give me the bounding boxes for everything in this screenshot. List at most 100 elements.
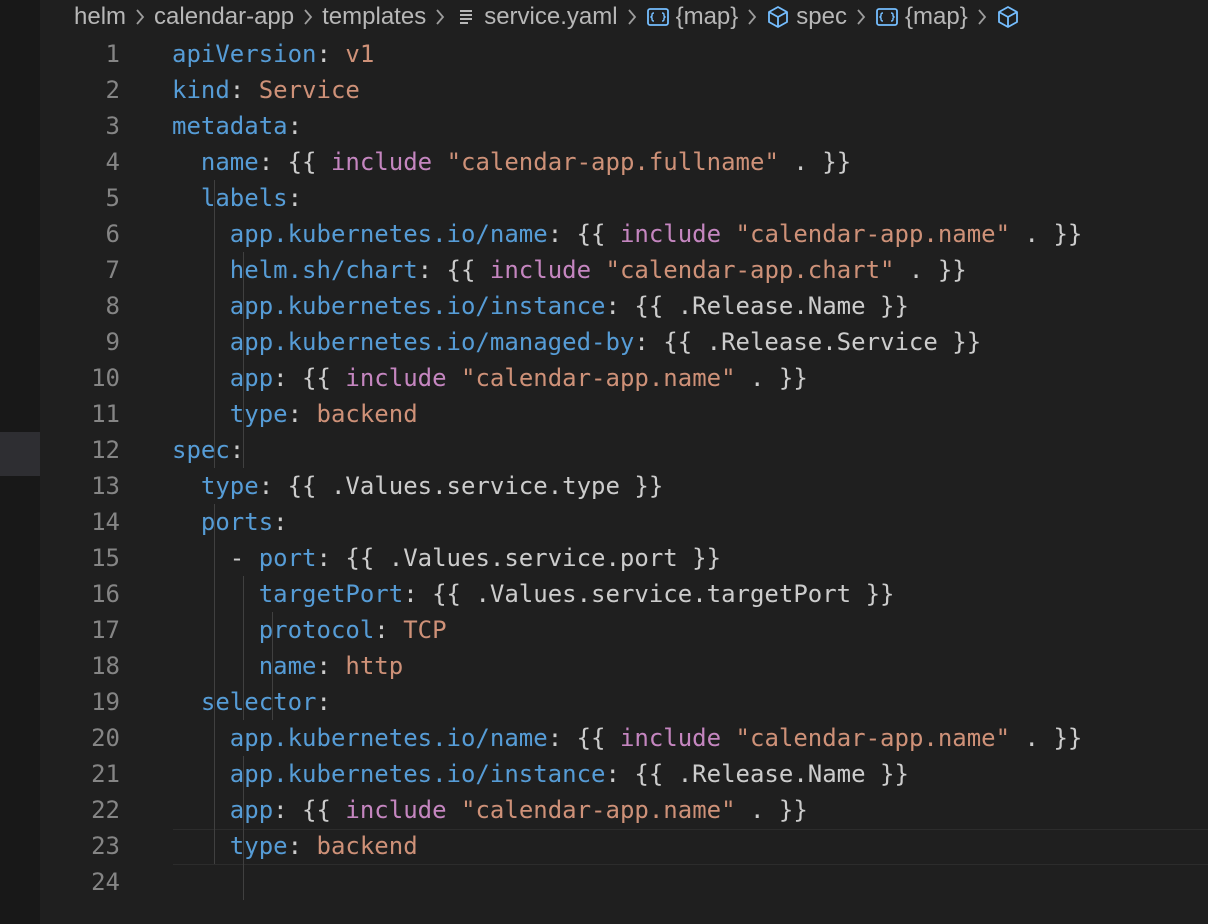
code-token: Service	[258, 76, 360, 104]
code-line[interactable]: 2 kind: Service	[40, 72, 1208, 108]
code-token: include	[619, 724, 722, 752]
code-text: name: {{ include "calendar-app.fullname"…	[172, 144, 851, 180]
code-token: : {{	[258, 148, 331, 176]
code-token: apiVersion	[172, 40, 317, 68]
breadcrumb-label: {map}	[675, 3, 739, 30]
code-token: include	[345, 364, 447, 392]
line-number: 17	[91, 616, 120, 644]
line-number: 22	[91, 796, 120, 824]
line-number: 6	[105, 220, 120, 248]
line-number: 12	[91, 436, 120, 464]
code-token: : {{	[417, 256, 490, 284]
code-token: v1	[345, 40, 375, 68]
breadcrumb-label: service.yaml	[484, 3, 618, 30]
breadcrumb-item[interactable]: service.yaml	[454, 3, 618, 31]
code-line[interactable]: 11 type: backend	[40, 396, 1208, 432]
code-token: . }}	[735, 796, 808, 824]
breadcrumb-item[interactable]: helm	[74, 3, 126, 31]
code-line[interactable]: 1 apiVersion: v1	[40, 36, 1208, 72]
code-token: -	[172, 544, 259, 572]
code-line[interactable]: 24	[40, 864, 1208, 900]
code-line[interactable]: 7 helm.sh/chart: {{ include "calendar-ap…	[40, 252, 1208, 288]
line-number: 4	[105, 148, 120, 176]
code-line[interactable]: 16 targetPort: {{ .Values.service.target…	[40, 576, 1208, 612]
chevron-right-icon	[746, 7, 758, 27]
sidebar-active-item[interactable]	[0, 432, 40, 476]
code-token: : {{ .Release.Service }}	[634, 328, 982, 356]
code-line[interactable]: 15 - port: {{ .Values.service.port }}	[40, 540, 1208, 576]
code-token: type	[229, 832, 288, 860]
code-token: "calendar-app.name"	[735, 724, 1011, 752]
code-token: . }}	[1010, 220, 1083, 248]
code-token: app.kubernetes.io/name	[229, 220, 548, 248]
code-token: . }}	[894, 256, 967, 284]
line-number: 8	[105, 292, 120, 320]
code-text: app.kubernetes.io/instance: {{ .Release.…	[172, 756, 909, 792]
code-line[interactable]: 8 app.kubernetes.io/instance: {{ .Releas…	[40, 288, 1208, 324]
code-line[interactable]: 5 labels:	[40, 180, 1208, 216]
code-token: port	[258, 544, 317, 572]
code-line[interactable]: 19 selector:	[40, 684, 1208, 720]
line-number: 11	[91, 400, 120, 428]
code-line[interactable]: 20 app.kubernetes.io/name: {{ include "c…	[40, 720, 1208, 756]
code-token: : {{ .Values.service.targetPort }}	[403, 580, 895, 608]
code-editor[interactable]: 1 apiVersion: v1 2 kind: Service 3 metadata: 4…	[40, 36, 1208, 924]
line-number: 3	[105, 112, 120, 140]
code-text: targetPort: {{ .Values.service.targetPor…	[172, 576, 895, 612]
code-line[interactable]: 22 app: {{ include "calendar-app.name" .…	[40, 792, 1208, 828]
code-token: app	[229, 364, 274, 392]
breadcrumb-label: helm	[74, 3, 127, 30]
code-line[interactable]: 17 protocol: TCP	[40, 612, 1208, 648]
breadcrumb-item[interactable]: calendar-app	[154, 3, 294, 31]
breadcrumb-item[interactable]: {map}	[875, 3, 968, 31]
code-token: . }}	[735, 364, 808, 392]
code-text: helm.sh/chart: {{ include "calendar-app.…	[172, 252, 967, 288]
line-number: 10	[91, 364, 120, 392]
code-text: type: {{ .Values.service.type }}	[172, 468, 663, 504]
breadcrumb-item[interactable]: {map}	[646, 3, 739, 31]
code-token: :	[287, 184, 303, 212]
code-line[interactable]: 13 type: {{ .Values.service.type }}	[40, 468, 1208, 504]
code-token: backend	[316, 400, 418, 428]
code-token: :	[287, 400, 317, 428]
code-text: app.kubernetes.io/managed-by: {{ .Releas…	[172, 324, 981, 360]
code-token: :	[287, 112, 303, 140]
code-token: app	[229, 796, 274, 824]
code-token: app.kubernetes.io/name	[229, 724, 548, 752]
code-line[interactable]: 4 name: {{ include "calendar-app.fullnam…	[40, 144, 1208, 180]
line-number: 1	[105, 40, 120, 68]
code-token: app.kubernetes.io/managed-by	[229, 328, 635, 356]
code-text: kind: Service	[172, 72, 360, 108]
breadcrumb-item[interactable]: templates	[322, 3, 426, 31]
code-text: type: backend	[172, 828, 418, 864]
breadcrumb-item[interactable]	[996, 5, 1026, 29]
code-line[interactable]: 12 spec:	[40, 432, 1208, 468]
code-text: metadata:	[172, 108, 302, 144]
code-line[interactable]: 3 metadata:	[40, 108, 1208, 144]
code-token: :	[229, 76, 259, 104]
code-token: :	[316, 652, 346, 680]
code-line[interactable]: 10 app: {{ include "calendar-app.name" .…	[40, 360, 1208, 396]
code-token: . }}	[1010, 724, 1083, 752]
code-line[interactable]: 23 type: backend	[40, 828, 1208, 864]
code-line[interactable]: 6 app.kubernetes.io/name: {{ include "ca…	[40, 216, 1208, 252]
code-line[interactable]: 21 app.kubernetes.io/instance: {{ .Relea…	[40, 756, 1208, 792]
code-token: :	[316, 40, 346, 68]
breadcrumb-label: calendar-app	[154, 3, 295, 30]
code-line[interactable]: 9 app.kubernetes.io/managed-by: {{ .Rele…	[40, 324, 1208, 360]
code-line[interactable]: 18 name: http	[40, 648, 1208, 684]
code-text: ports:	[172, 504, 288, 540]
code-token: TCP	[403, 616, 447, 644]
line-number: 15	[91, 544, 120, 572]
code-line[interactable]: 14 ports:	[40, 504, 1208, 540]
line-number: 5	[105, 184, 120, 212]
breadcrumb-item[interactable]: spec	[766, 3, 847, 31]
